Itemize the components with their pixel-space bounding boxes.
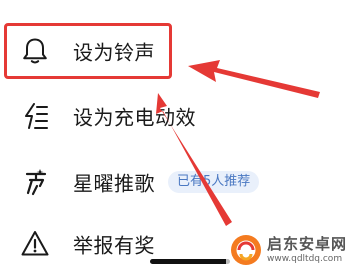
bell-icon bbox=[23, 38, 47, 64]
watermark-url: www.qdltdq.com bbox=[267, 253, 343, 264]
menu-item-set-ringtone[interactable]: 设为铃声 bbox=[0, 21, 300, 81]
recommend-count-badge: 已有5人推荐 bbox=[168, 171, 260, 193]
menu-item-label: 设为铃声 bbox=[73, 40, 155, 65]
site-watermark: 启东安卓网 www.qdltdq.com bbox=[226, 229, 351, 271]
watermark-title: 启东安卓网 bbox=[267, 234, 348, 253]
charging-effect-icon bbox=[25, 103, 48, 129]
menu-item-set-charging-effect[interactable]: 设为充电动效 bbox=[0, 86, 300, 146]
star-recommend-icon bbox=[25, 169, 47, 196]
report-alert-icon bbox=[21, 231, 49, 256]
menu-item-star-recommend[interactable]: 星曜推歌 已有5人推荐 bbox=[0, 152, 300, 212]
menu-item-label: 星曜推歌 bbox=[73, 171, 155, 196]
menu-item-label: 设为充电动效 bbox=[73, 105, 196, 130]
home-indicator[interactable] bbox=[150, 259, 230, 264]
watermark-logo-icon bbox=[231, 235, 261, 265]
menu-item-label: 举报有奖 bbox=[73, 233, 155, 258]
